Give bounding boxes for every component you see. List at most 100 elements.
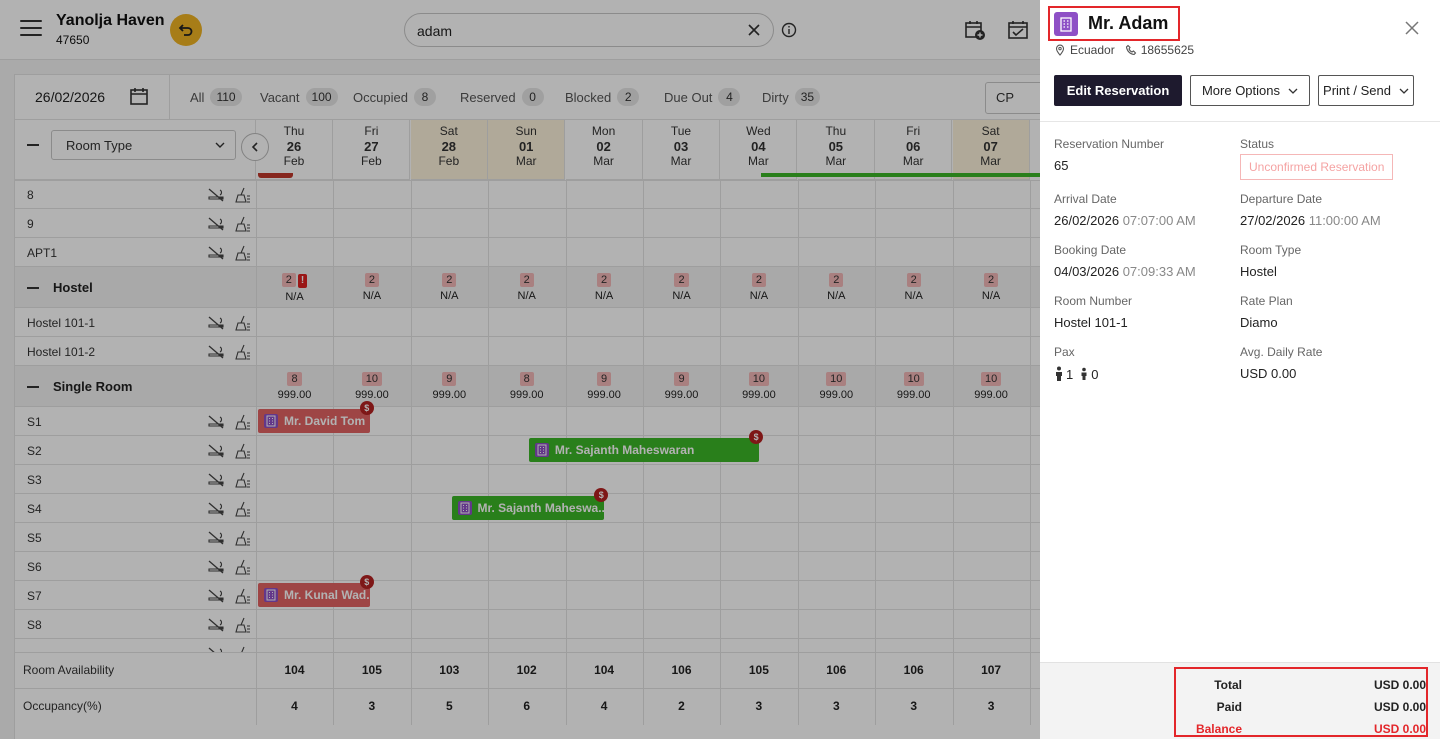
building-icon — [534, 443, 549, 457]
calendar-add-icon[interactable] — [964, 19, 986, 41]
cleaning-icon — [235, 443, 250, 459]
grid-line — [256, 180, 257, 208]
availability-cell: 2 N/A — [720, 272, 797, 302]
grid-line — [410, 209, 412, 237]
grid-line — [643, 639, 644, 652]
cleaning-icon — [235, 472, 250, 488]
month: Mar — [593, 154, 614, 168]
print-send-button[interactable]: Print / Send — [1318, 75, 1414, 106]
occupancy-row: Occupancy(%) 4 3 5 6 4 2 3 3 3 3 — [15, 689, 1040, 725]
paid-label: Paid — [1216, 700, 1242, 714]
filter-chip-all[interactable]: All 110 — [190, 88, 242, 106]
reservation-bar[interactable]: Mr. Sajanth Maheswaran $ — [528, 430, 764, 462]
room-type-name: Single Room — [53, 379, 133, 394]
chip-label: All — [190, 89, 205, 105]
top-bar: Yanolja Haven 47650 — [0, 0, 1040, 60]
reservation-bar[interactable]: Mr. David Tom $ — [258, 401, 374, 433]
availability-cell: 9 999.00 — [411, 371, 488, 401]
day-number: 06 — [905, 139, 921, 154]
balance-value: USD 0.00 — [1373, 722, 1426, 736]
more-options-button[interactable]: More Options — [1190, 75, 1310, 106]
room-name: S8 — [27, 617, 42, 632]
grid-line — [952, 465, 954, 493]
previous-dates-button[interactable] — [241, 133, 269, 161]
grid-line — [1030, 523, 1031, 551]
reservation-bar[interactable]: Mr. Kunal Wad... $ — [258, 575, 376, 607]
chevron-down-icon — [215, 142, 225, 148]
grid-line — [565, 337, 567, 365]
grid-line — [410, 639, 412, 652]
reservation-guest-name: Mr. Sajanth Maheswaran — [554, 443, 695, 457]
filter-chip-dirty[interactable]: Dirty 35 — [762, 88, 821, 106]
reservation-bar[interactable]: Mr. Sajanth Maheswa... $ — [451, 488, 609, 520]
availability-cell: 2 N/A — [875, 272, 952, 302]
availability-value: 105 — [361, 663, 382, 677]
booking-date-field: Booking Date 04/03/2026 07:09:33 AM — [1054, 243, 1196, 279]
reservation-guest-name: Mr. David Tom — [284, 414, 366, 428]
undo-icon — [178, 24, 193, 36]
hamburger-icon[interactable] — [20, 20, 42, 38]
building-icon — [264, 414, 278, 428]
calendar-check-icon[interactable] — [1007, 19, 1029, 41]
rate-value: N/A — [981, 289, 1001, 302]
rate-value: 999.00 — [819, 388, 854, 401]
cleaning-icon — [235, 617, 250, 633]
reservation-bar-tail[interactable] — [258, 173, 293, 178]
cleaning-icon — [235, 187, 250, 203]
property-id: 47650 — [56, 33, 90, 47]
grid-line — [875, 180, 877, 208]
grid-line — [797, 238, 799, 266]
room-row: S8 — [15, 610, 1040, 639]
filter-chip-vacant[interactable]: Vacant 100 — [260, 88, 338, 106]
collapse-all-icon[interactable] — [27, 144, 39, 146]
balance-row: Balance USD 0.00 — [1176, 722, 1426, 739]
availability-cell: 10 999.00 — [798, 371, 875, 401]
selected-date[interactable]: 26/02/2026 — [35, 89, 105, 105]
grid-line — [720, 610, 722, 638]
filter-chip-due-out[interactable]: Due Out 4 — [664, 88, 741, 106]
availability-count-line: 2 — [953, 272, 1030, 287]
calendar-icon[interactable] — [129, 86, 149, 106]
day-of-week: Fri — [906, 124, 921, 138]
room-row: S2 — [15, 436, 1040, 465]
grid-line — [256, 610, 257, 638]
no-smoking-icon — [208, 531, 224, 544]
grid-line — [488, 465, 490, 493]
room-type-group-row[interactable]: Single Room 8 999.00 10 999.00 9 999.00 8 999.00… — [15, 366, 1040, 407]
total-value: USD 0.00 — [1373, 678, 1426, 692]
filter-chip-occupied[interactable]: Occupied 8 — [353, 88, 436, 106]
field-label: Reservation Number — [1054, 137, 1165, 151]
search-input[interactable] — [417, 21, 737, 41]
room-row: 9 — [15, 209, 1040, 238]
availability-cell: 2 N/A — [953, 272, 1030, 302]
grid-line — [565, 308, 567, 336]
room-type-select-value: Room Type — [66, 138, 133, 153]
grid-line — [952, 209, 954, 237]
close-icon[interactable] — [1404, 20, 1420, 36]
filter-chip-blocked[interactable]: Blocked 2 — [565, 88, 640, 106]
room-type-select[interactable]: Room Type — [51, 130, 236, 160]
filter-chip-reserved[interactable]: Reserved 0 — [460, 88, 544, 106]
grid-line — [410, 337, 412, 365]
availability-value: 106 — [671, 663, 692, 677]
no-smoking-icon — [208, 589, 224, 602]
room-type-group-row[interactable]: Hostel 2! N/A 2 N/A 2 N/A 2 N/A 2 N/A 2 N/A 2 N/A 2 N/A 2… — [15, 267, 1040, 308]
no-smoking-icon — [208, 473, 224, 486]
rate-select[interactable]: CP — [985, 82, 1040, 114]
reservation-detail-panel: Mr. Adam Ecuador 18655625 Edit Reservati… — [1040, 0, 1440, 739]
undo-button[interactable] — [170, 14, 202, 46]
clear-icon[interactable] — [745, 21, 763, 39]
room-type-field: Room Type Hostel — [1240, 243, 1301, 279]
collapse-group-icon[interactable] — [27, 385, 39, 388]
edit-reservation-button[interactable]: Edit Reservation — [1054, 75, 1182, 106]
collapse-group-icon[interactable] — [27, 286, 39, 289]
grid-line — [643, 610, 644, 638]
grid-line — [565, 407, 567, 435]
grid-line — [1030, 366, 1031, 406]
info-icon[interactable] — [781, 22, 797, 38]
room-name: S6 — [27, 559, 42, 574]
no-smoking-icon — [208, 502, 224, 515]
reservation-bar-tail[interactable] — [761, 173, 1040, 177]
day-of-week: Sun — [515, 124, 537, 138]
occupancy-value: 5 — [445, 699, 453, 713]
